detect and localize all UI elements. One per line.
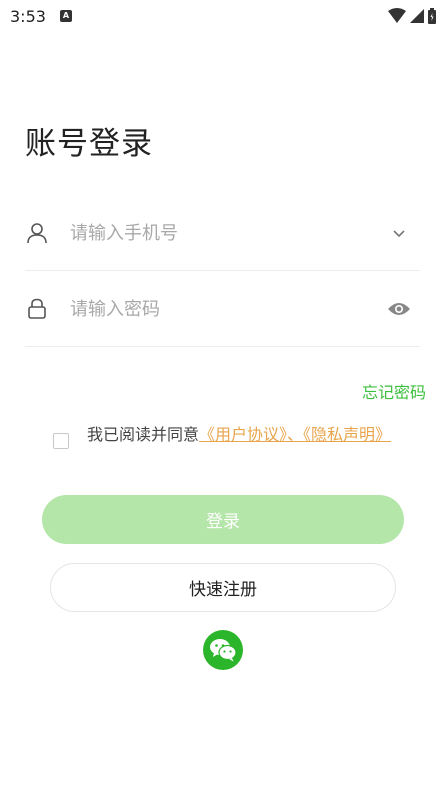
agreement-text: 我已阅读并同意《用户协议》、《隐私声明》 <box>87 423 391 449</box>
phone-field <box>25 196 420 271</box>
password-input[interactable] <box>70 298 386 320</box>
login-button[interactable]: 登录 <box>42 495 404 544</box>
privacy-policy-link[interactable]: 《隐私声明》 <box>303 425 391 444</box>
user-agreement-link[interactable]: 《用户协议》 <box>199 425 287 444</box>
page-title: 账号登录 <box>25 126 153 162</box>
app-notification-icon: A <box>59 10 72 22</box>
status-left: 3:53 A <box>10 7 72 26</box>
status-bar: 3:53 A <box>0 0 446 32</box>
battery-icon <box>428 8 436 24</box>
agreement-checkbox[interactable] <box>53 433 69 449</box>
lock-icon <box>25 297 49 321</box>
eye-icon[interactable] <box>386 296 412 322</box>
quick-register-button[interactable]: 快速注册 <box>50 563 396 612</box>
password-field <box>25 272 420 347</box>
status-right <box>388 8 436 24</box>
forgot-password-link[interactable]: 忘记密码 <box>362 379 426 403</box>
agreement-prefix: 我已阅读并同意 <box>87 425 200 444</box>
signal-icon <box>410 9 424 23</box>
agreement-row: 我已阅读并同意《用户协议》、《隐私声明》 <box>53 423 393 449</box>
phone-input[interactable] <box>70 222 386 244</box>
wifi-icon <box>388 8 406 23</box>
agreement-separator: 、 <box>287 425 304 444</box>
status-time: 3:53 <box>10 6 46 26</box>
chevron-down-icon[interactable] <box>386 220 412 246</box>
user-icon <box>25 221 49 245</box>
wechat-icon[interactable] <box>203 630 243 670</box>
